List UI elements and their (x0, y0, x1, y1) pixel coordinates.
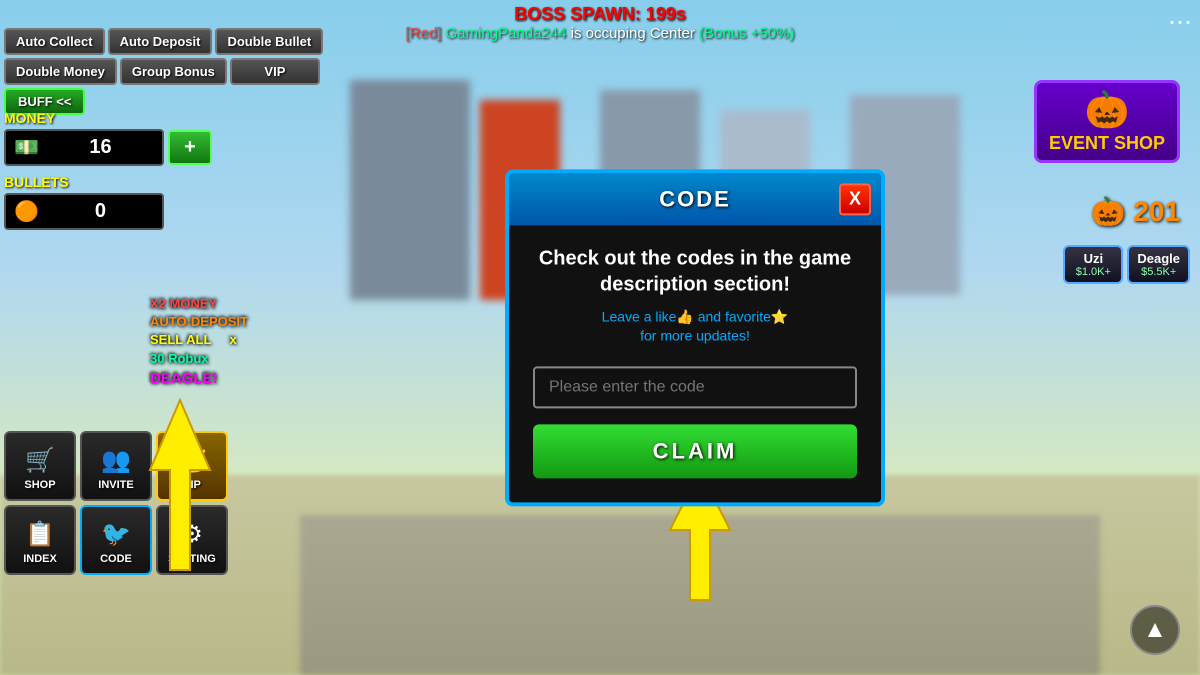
weapon-card-deagle: Deagle $5.5K+ (1127, 245, 1190, 284)
index-button[interactable]: 📋 INDEX (4, 505, 76, 575)
weapon-card-uzi: Uzi $1.0K+ (1063, 245, 1123, 284)
stats-panel: MONEY 💵 16 + BULLETS 🟠 0 (4, 110, 212, 238)
bullet-icon: 🟠 (14, 199, 39, 224)
add-money-button[interactable]: + (168, 130, 212, 165)
code-button[interactable]: 🐦 CODE (80, 505, 152, 575)
invite-label: INVITE (98, 479, 133, 491)
money-box: 💵 16 (4, 129, 164, 166)
code-label: CODE (100, 553, 132, 565)
invite-button[interactable]: 👥 INVITE (80, 431, 152, 501)
close-dialog-button[interactable]: X (839, 183, 871, 215)
code-header: CODE X (509, 173, 881, 225)
occupying-text: [Red] GamingPanda244 is occuping Center … (405, 25, 794, 42)
shop-label: SHOP (24, 479, 55, 491)
index-icon: 📋 (25, 520, 55, 549)
setting-label: SETTING (168, 553, 216, 565)
bullets-label: BULLETS (4, 174, 212, 190)
double-money-button[interactable]: Double Money (4, 58, 117, 85)
float-autodeposit: AUTO:DEPOSIT (150, 313, 248, 331)
vip-hud-button[interactable]: VIP (230, 58, 320, 85)
weapon-uzi-price: $1.0K+ (1073, 266, 1113, 278)
bullets-box: 🟠 0 (4, 193, 164, 230)
player-name: GamingPanda244 (446, 25, 567, 42)
group-bonus-button[interactable]: Group Bonus (120, 58, 227, 85)
event-shop-label: EVENT SHOP (1049, 133, 1165, 153)
navigation-up-button[interactable]: ▲ (1130, 605, 1180, 655)
coin-icon: 🎃 (1091, 196, 1126, 227)
float-x2money: X2 MONEY (150, 295, 248, 313)
floating-texts: X2 MONEY AUTO:DEPOSIT SELL ALL x 30 Robu… (150, 295, 248, 389)
float-sellall: SELL ALL x (150, 331, 248, 349)
pumpkin-icon: 🎃 (1049, 89, 1165, 131)
bonus-text: (Bonus +50%) (699, 25, 794, 42)
code-sub-text: Leave a like👍 and favorite⭐for more upda… (533, 307, 857, 346)
shop-button[interactable]: 🛒 SHOP (4, 431, 76, 501)
player-tag: [Red] (405, 25, 441, 42)
coin-value: 201 (1133, 196, 1180, 227)
auto-collect-button[interactable]: Auto Collect (4, 28, 105, 55)
event-shop-button[interactable]: 🎃 EVENT SHOP (1034, 80, 1180, 163)
menu-icon[interactable]: ⋯ (1168, 8, 1192, 37)
left-panel: Auto Collect Auto Deposit Double Bullet … (4, 28, 323, 115)
action-buttons: 🛒 SHOP 👥 INVITE 👑 VIP 📋 INDEX 🐦 CODE ⚙ S… (4, 431, 228, 575)
boss-spawn-text: BOSS SPAWN: 199s (405, 4, 794, 25)
code-dialog-body: Check out the codes in the game descript… (509, 225, 881, 502)
vip-label: VIP (183, 479, 201, 491)
code-main-text: Check out the codes in the game descript… (533, 245, 857, 297)
setting-button[interactable]: ⚙ SETTING (156, 505, 228, 575)
float-deagle: DEAGLE! (150, 368, 248, 389)
road (300, 515, 1100, 675)
coin-count: 🎃 201 (1091, 195, 1180, 228)
code-dialog: CODE X Check out the codes in the game d… (505, 169, 885, 506)
shop-icon: 🛒 (25, 446, 55, 475)
invite-icon: 👥 (101, 446, 131, 475)
bullets-row: 🟠 0 (4, 193, 212, 230)
weapon-deagle-price: $5.5K+ (1137, 266, 1180, 278)
money-icon: 💵 (14, 135, 39, 160)
float-robux: 30 Robux (150, 350, 248, 368)
index-label: INDEX (23, 553, 57, 565)
setting-icon: ⚙ (181, 520, 203, 549)
code-icon: 🐦 (101, 520, 131, 549)
weapon-deagle-name: Deagle (1137, 251, 1180, 266)
claim-button[interactable]: CLAIM (533, 424, 857, 478)
money-label: MONEY (4, 110, 212, 126)
auto-deposit-button[interactable]: Auto Deposit (108, 28, 213, 55)
button-row-1: Auto Collect Auto Deposit Double Bullet (4, 28, 323, 55)
code-input-field[interactable] (533, 366, 857, 408)
vip-icon: 👑 (177, 446, 207, 475)
boss-spawn-area: BOSS SPAWN: 199s [Red] GamingPanda244 is… (397, 0, 802, 46)
weapon-cards: Uzi $1.0K+ Deagle $5.5K+ (1063, 245, 1190, 284)
button-row-2: Double Money Group Bonus VIP (4, 58, 323, 85)
code-dialog-title: CODE (551, 186, 839, 212)
weapon-uzi-name: Uzi (1073, 251, 1113, 266)
bullets-value: 0 (47, 200, 154, 223)
money-row: 💵 16 + (4, 129, 212, 166)
occupying-action: is occuping Center (571, 25, 695, 42)
vip-button[interactable]: 👑 VIP (156, 431, 228, 501)
money-value: 16 (47, 136, 154, 159)
double-bullet-button[interactable]: Double Bullet (215, 28, 323, 55)
